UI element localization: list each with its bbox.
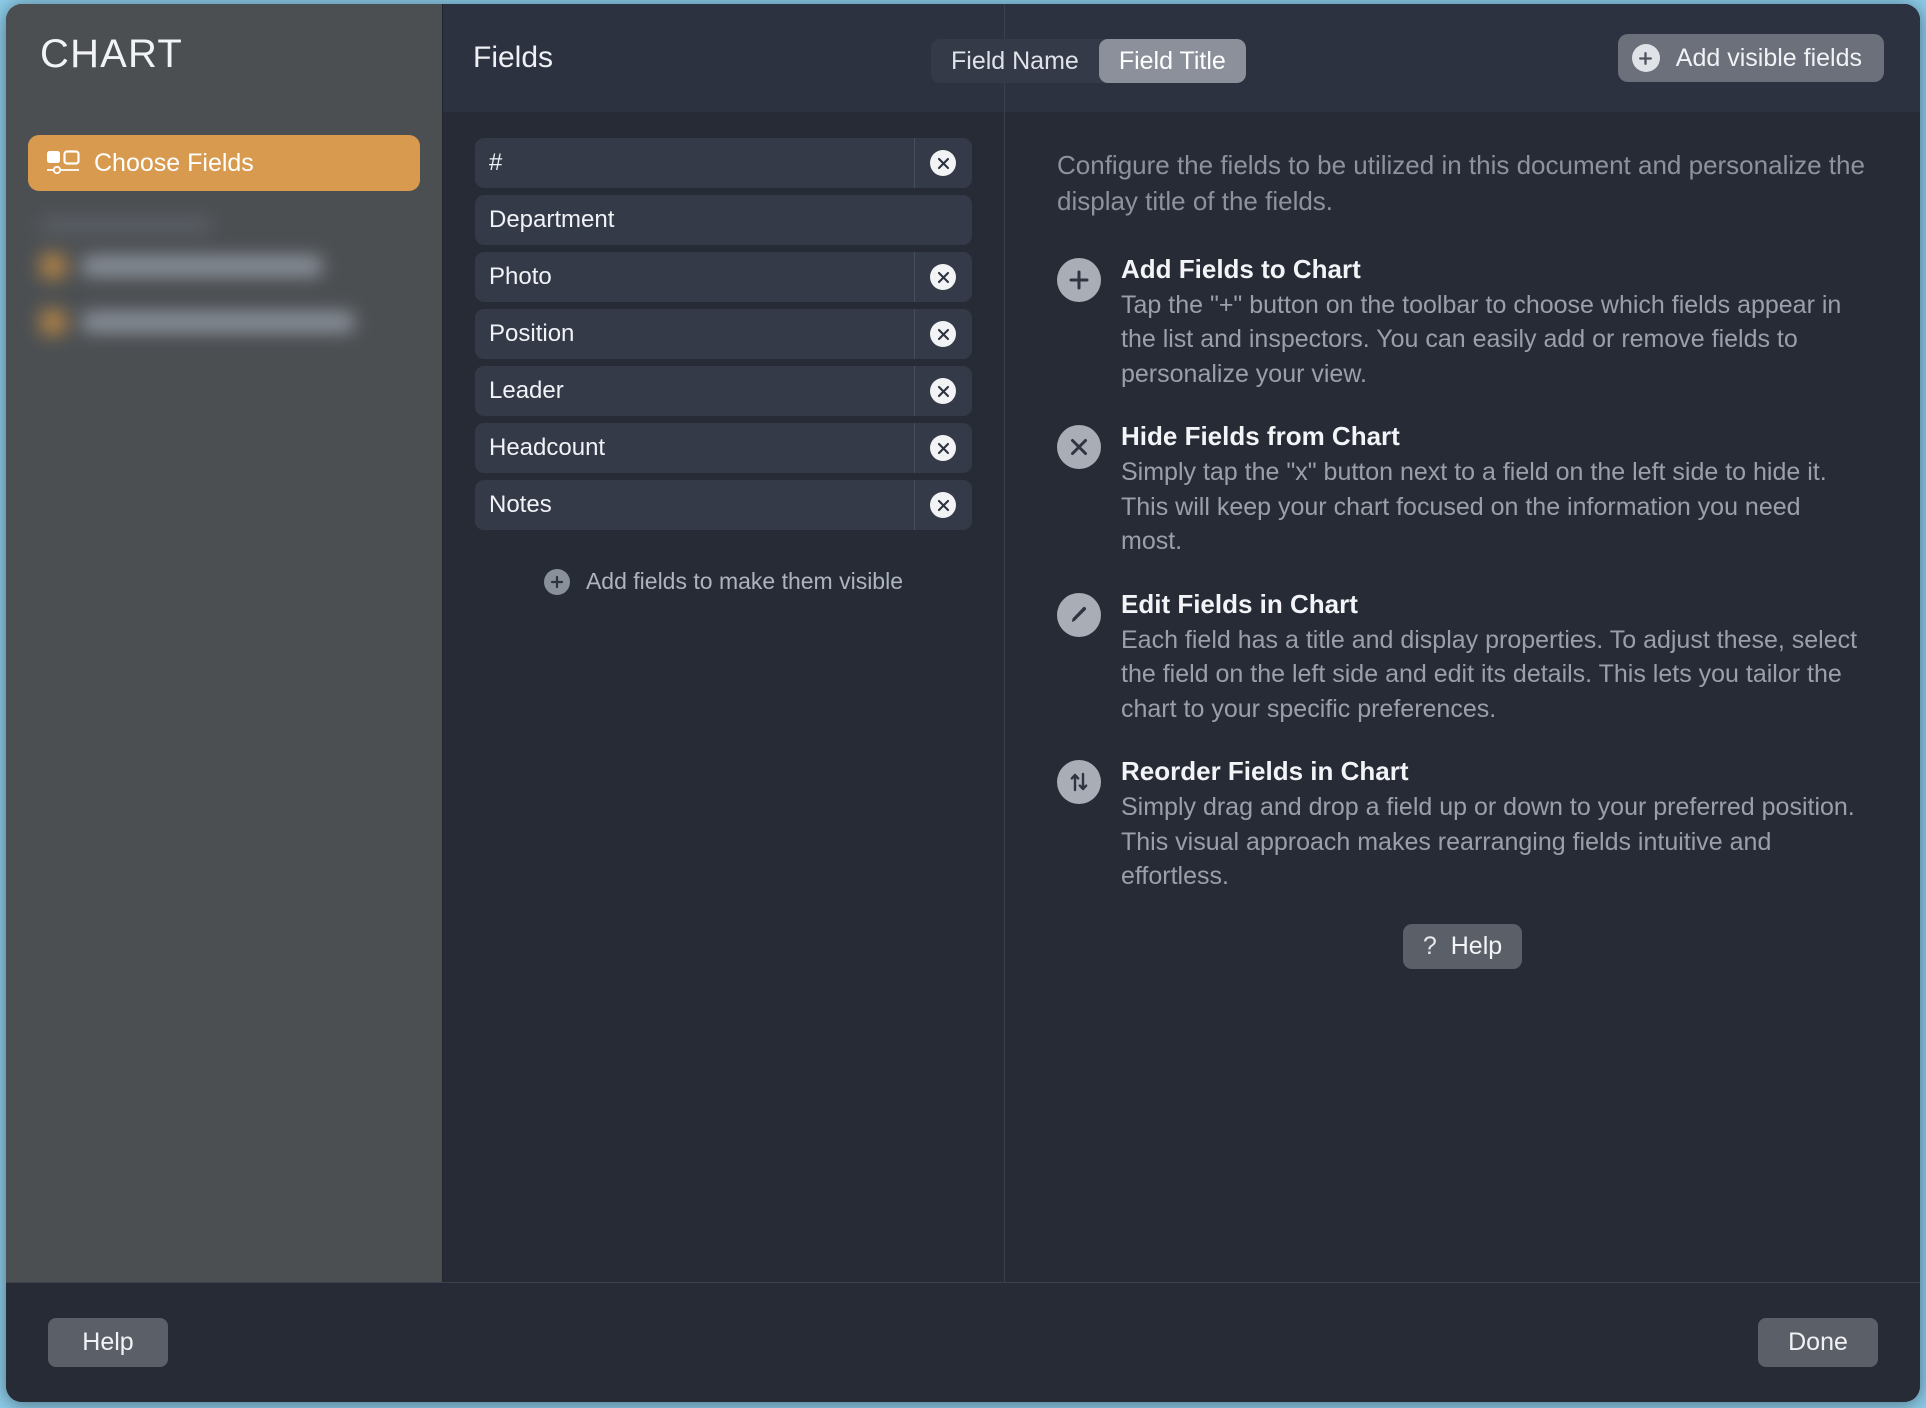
sidebar-obscured-section (6, 217, 442, 345)
done-button[interactable]: Done (1758, 1318, 1878, 1367)
obscured-item-icon (40, 309, 66, 335)
detail-panel: Add visible fields Configure the fields … (1005, 4, 1920, 1282)
tab-field-name[interactable]: Field Name (931, 39, 1099, 83)
add-fields-hint[interactable]: Add fields to make them visible (475, 568, 972, 595)
sidebar-item-choose-fields-label: Choose Fields (94, 148, 254, 177)
tip-body: Add Fields to Chart Tap the "+" button o… (1121, 254, 1868, 392)
row-divider (914, 366, 915, 416)
close-icon[interactable] (930, 321, 956, 347)
table-row[interactable]: Position (475, 309, 972, 359)
tip-text: Simply drag and drop a field up or down … (1121, 793, 1855, 891)
add-fields-hint-label: Add fields to make them visible (585, 568, 904, 594)
add-visible-fields-button[interactable]: Add visible fields (1617, 34, 1884, 82)
obscured-list-item (28, 299, 420, 345)
sidebar-item-choose-fields[interactable]: Choose Fields (28, 135, 420, 191)
obscured-item-icon (40, 253, 66, 279)
row-divider (914, 423, 915, 473)
field-list: # Department Photo Position Leader Headc… (443, 112, 1004, 1282)
tip-title: Reorder Fields in Chart (1121, 756, 1409, 787)
detail-help-wrap: ? Help (1057, 923, 1868, 969)
plus-icon (1631, 44, 1660, 72)
fields-panel-header: Fields (443, 4, 1004, 112)
obscured-section-heading (40, 217, 212, 233)
fields-settings-window: CHART Choose Fields Fields # Department … (6, 4, 1920, 1402)
tip-title: Add Fields to Chart (1121, 253, 1361, 284)
plus-circle-icon (1057, 257, 1101, 302)
table-row[interactable]: Leader (475, 366, 972, 416)
close-icon[interactable] (930, 264, 956, 290)
detail-help-label: Help (1450, 931, 1503, 960)
footer-bar: Help Done (6, 1282, 1920, 1402)
tip-title: Hide Fields from Chart (1121, 421, 1400, 452)
tip-text: Each field has a title and display prope… (1121, 625, 1858, 723)
tip-reorder-fields: Reorder Fields in Chart Simply drag and … (1057, 756, 1868, 894)
tip-body: Reorder Fields in Chart Simply drag and … (1121, 756, 1868, 894)
tip-edit-fields: Edit Fields in Chart Each field has a ti… (1057, 589, 1868, 727)
field-label: Leader (489, 377, 564, 404)
detail-help-button[interactable]: ? Help (1402, 923, 1523, 969)
field-label: Headcount (489, 434, 606, 461)
help-button[interactable]: Help (48, 1318, 168, 1367)
row-divider (914, 138, 915, 188)
plus-icon (543, 568, 570, 595)
row-divider (914, 309, 915, 359)
field-display-mode-segmented-control[interactable]: Field Name Field Title (931, 39, 1246, 83)
close-icon[interactable] (930, 492, 956, 518)
field-label: Notes (489, 491, 552, 518)
field-label: Position (489, 320, 575, 347)
close-icon[interactable] (930, 378, 956, 404)
tip-add-fields: Add Fields to Chart Tap the "+" button o… (1057, 254, 1868, 392)
field-label: Photo (489, 263, 552, 290)
table-row[interactable]: Notes (475, 480, 972, 530)
field-label: Department (489, 206, 615, 233)
sidebar: CHART Choose Fields (6, 4, 443, 1282)
close-icon[interactable] (930, 150, 956, 176)
pencil-circle-icon (1057, 592, 1101, 637)
field-label: # (489, 149, 503, 176)
fields-list-panel: Fields # Department Photo Position Leade… (443, 4, 1005, 1282)
window-body: CHART Choose Fields Fields # Department … (6, 4, 1920, 1282)
row-divider (914, 252, 915, 302)
tab-field-title[interactable]: Field Title (1098, 39, 1246, 83)
sidebar-app-title: CHART (40, 32, 184, 76)
tip-text: Tap the "+" button on the toolbar to cho… (1121, 290, 1842, 388)
obscured-item-label (82, 312, 354, 332)
table-row[interactable]: # (475, 138, 972, 188)
row-divider (914, 480, 915, 530)
table-row[interactable]: Department (475, 195, 972, 245)
detail-intro-text: Configure the fields to be utilized in t… (1057, 150, 1865, 216)
obscured-item-label (82, 256, 322, 276)
detail-body: Configure the fields to be utilized in t… (1005, 112, 1920, 1282)
obscured-list-item (28, 243, 420, 289)
add-visible-fields-label: Add visible fields (1675, 43, 1862, 72)
tip-title: Edit Fields in Chart (1121, 588, 1358, 619)
question-mark-icon: ? (1422, 931, 1437, 960)
x-circle-icon (1057, 425, 1101, 470)
close-icon[interactable] (930, 435, 956, 461)
tip-body: Hide Fields from Chart Simply tap the "x… (1121, 421, 1868, 559)
page-title: Fields (473, 41, 554, 74)
tip-hide-fields: Hide Fields from Chart Simply tap the "x… (1057, 421, 1868, 559)
reorder-arrows-circle-icon (1057, 760, 1101, 805)
table-row[interactable]: Photo (475, 252, 972, 302)
table-row[interactable]: Headcount (475, 423, 972, 473)
fields-chooser-icon (46, 150, 80, 176)
tip-text: Simply tap the "x" button next to a fiel… (1121, 458, 1827, 556)
tip-body: Edit Fields in Chart Each field has a ti… (1121, 589, 1868, 727)
